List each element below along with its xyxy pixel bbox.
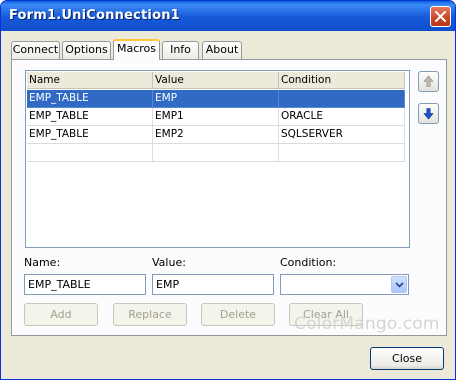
grid-header: Name Value Condition [27, 72, 405, 89]
tab-options[interactable]: Options [62, 41, 111, 59]
tab-connect[interactable]: Connect [11, 41, 60, 59]
name-field[interactable]: EMP_TABLE [24, 274, 146, 295]
move-up-button[interactable] [418, 71, 439, 92]
cell-name: EMP_TABLE [27, 90, 153, 108]
cell-value: EMP2 [153, 126, 279, 144]
name-label: Name: [24, 256, 61, 269]
cell-name: EMP_TABLE [27, 126, 153, 144]
tab-about[interactable]: About [202, 41, 242, 59]
watermark-text: ColorMango.com [294, 314, 440, 334]
tab-label: Connect [12, 43, 59, 56]
chevron-down-icon [395, 282, 404, 288]
cell-value: EMP [153, 90, 279, 108]
arrow-down-icon [423, 108, 434, 120]
replace-button[interactable]: Replace [113, 303, 187, 326]
column-header-condition[interactable]: Condition [279, 72, 405, 89]
table-row[interactable]: EMP_TABLE EMP [27, 90, 405, 108]
dialog-window: Form1.UniConnection1 Connect Options Mac… [0, 0, 456, 380]
condition-dropdown-button[interactable] [391, 276, 407, 293]
close-icon [435, 11, 446, 22]
tab-info[interactable]: Info [162, 41, 199, 59]
cell-condition: ORACLE [279, 108, 405, 126]
cell-value: EMP1 [153, 108, 279, 126]
column-header-value[interactable]: Value [153, 72, 279, 89]
condition-label: Condition: [280, 256, 337, 269]
move-down-button[interactable] [418, 103, 439, 124]
close-button[interactable]: Close [370, 347, 444, 370]
cell-condition [279, 144, 405, 162]
column-header-name[interactable]: Name [27, 72, 153, 89]
tab-label: Options [65, 43, 108, 56]
table-row[interactable]: EMP_TABLE EMP1 ORACLE [27, 108, 405, 126]
title-bar[interactable]: Form1.UniConnection1 [1, 1, 455, 31]
value-label: Value: [152, 256, 186, 269]
tab-label: Macros [116, 42, 157, 55]
condition-select[interactable] [280, 274, 409, 295]
tab-label: About [205, 43, 239, 56]
delete-button[interactable]: Delete [201, 303, 275, 326]
tab-label: Info [170, 43, 191, 56]
table-row-empty[interactable] [27, 144, 405, 162]
macros-grid[interactable]: Name Value Condition EMP_TABLE EMP EMP_T… [25, 70, 410, 248]
value-field[interactable]: EMP [152, 274, 274, 295]
table-row[interactable]: EMP_TABLE EMP2 SQLSERVER [27, 126, 405, 144]
macros-panel: Name Value Condition EMP_TABLE EMP EMP_T… [11, 59, 447, 336]
add-button[interactable]: Add [24, 303, 98, 326]
window-title: Form1.UniConnection1 [9, 8, 180, 23]
arrow-up-icon [423, 75, 434, 87]
tab-macros[interactable]: Macros [113, 39, 160, 60]
cell-name [27, 144, 153, 162]
cell-value [153, 144, 279, 162]
cell-condition: SQLSERVER [279, 126, 405, 144]
cell-name: EMP_TABLE [27, 108, 153, 126]
close-window-button[interactable] [430, 6, 451, 27]
cell-condition [279, 90, 405, 108]
